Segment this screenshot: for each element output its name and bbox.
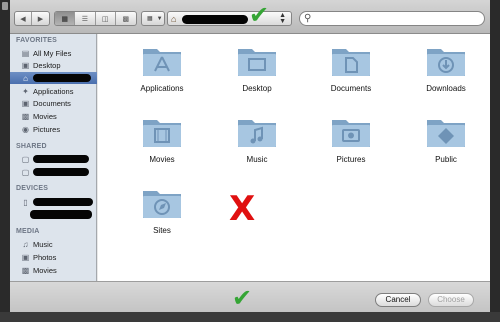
search-icon: ⚲ — [304, 13, 312, 24]
arrange-button[interactable]: ▦ ▼ — [141, 11, 165, 26]
desktop-right-edge — [490, 0, 500, 322]
redacted-device-name — [33, 198, 93, 206]
desktop-icon: ▣ — [21, 60, 30, 70]
downloads-folder-icon — [427, 49, 465, 76]
folder-label: Sites — [153, 226, 171, 235]
home-icon: ⌂ — [171, 14, 177, 24]
sidebar: FAVORITES ▤ All My Files ▣ Desktop ⌂ ✦ Appl… — [10, 34, 97, 281]
green-checkmark-annotation: ✔ — [232, 284, 253, 312]
sidebar-item-music[interactable]: ♫ Music — [10, 238, 97, 250]
redacted-home-name — [33, 74, 91, 82]
sidebar-item-movies[interactable]: ▩ Movies — [10, 110, 97, 122]
home-icon: ⌂ — [23, 73, 28, 83]
sidebar-item-pictures[interactable]: ◉ Pictures — [10, 123, 97, 135]
back-arrow-icon[interactable]: ◀ — [15, 12, 32, 25]
public-folder-icon — [427, 120, 465, 147]
all-files-icon: ▤ — [21, 48, 30, 58]
applications-icon: ✦ — [22, 86, 29, 96]
column-view-icon[interactable]: ◫ — [96, 12, 116, 25]
disk-icon: ▯ — [23, 197, 28, 207]
movies-icon: ▩ — [21, 265, 30, 275]
redacted-shared-name — [33, 155, 89, 163]
app-icon — [2, 2, 8, 10]
photos-icon: ▣ — [21, 252, 30, 262]
folder-label: Movies — [149, 155, 175, 164]
folder-label: Downloads — [426, 84, 466, 93]
arrange-grid-icon: ▦ — [147, 16, 153, 22]
folder-music[interactable]: Music — [217, 115, 297, 175]
redacted-shared-name — [33, 168, 89, 176]
sidebar-item-movies-media[interactable]: ▩ Movies — [10, 264, 97, 276]
sidebar-item-shared-1[interactable]: ▢ — [10, 153, 97, 165]
documents-folder-icon — [332, 49, 370, 76]
movies-icon: ▩ — [21, 111, 30, 121]
desktop-left-edge — [0, 0, 10, 322]
redacted-device-name — [30, 210, 92, 219]
path-popup[interactable]: ⌂ ▲ ▼ — [167, 11, 292, 26]
movies-folder-icon — [143, 120, 181, 147]
sidebar-item-all-my-files[interactable]: ▤ All My Files — [10, 47, 97, 59]
folder-label: Documents — [330, 84, 372, 93]
choose-button[interactable]: Choose — [428, 293, 474, 307]
green-checkmark-annotation: ✔ — [249, 1, 270, 29]
list-view-icon[interactable]: ☰ — [75, 12, 96, 25]
pictures-folder-icon — [332, 120, 370, 147]
redacted-path-name — [182, 15, 248, 24]
sidebar-item-applications[interactable]: ✦ Applications — [10, 85, 97, 97]
computer-icon: ▢ — [21, 154, 30, 164]
folder-movies[interactable]: Movies — [122, 115, 202, 175]
sidebar-item-desktop[interactable]: ▣ Desktop — [10, 59, 97, 71]
dialog-footer: ✔ Cancel Choose — [10, 281, 490, 312]
nav-buttons: ◀ ▶ — [14, 11, 50, 26]
media-header: MEDIA — [16, 228, 40, 235]
desktop-folder-icon — [238, 49, 276, 76]
applications-folder-icon — [143, 49, 181, 76]
file-browser: Applications Desktop Documents Downloads — [98, 34, 490, 281]
devices-header: DEVICES — [16, 185, 49, 192]
toolbar: ◀ ▶ ▦ ☰ ◫ ▩ ▦ ▼ ⌂ ▲ ▼ ✔ ⚲ — [10, 0, 490, 34]
red-x-annotation: X — [229, 189, 256, 229]
favorites-header: FAVORITES — [16, 37, 57, 44]
sidebar-item-shared-2[interactable]: ▢ — [10, 166, 97, 178]
documents-icon: ▣ — [21, 98, 30, 108]
sidebar-item-photos[interactable]: ▣ Photos — [10, 251, 97, 263]
sidebar-item-home[interactable]: ⌂ — [10, 72, 97, 84]
folder-documents[interactable]: Documents — [311, 44, 391, 104]
pictures-icon: ◉ — [22, 124, 29, 134]
search-field[interactable]: ⚲ — [299, 11, 485, 26]
forward-arrow-icon[interactable]: ▶ — [32, 12, 49, 25]
desktop-bottom-edge — [0, 312, 500, 322]
folder-label: Desktop — [242, 84, 272, 93]
sidebar-item-documents[interactable]: ▣ Documents — [10, 97, 97, 109]
shared-header: SHARED — [16, 143, 47, 150]
folder-label: Music — [246, 155, 268, 164]
popup-arrows-icon: ▲ ▼ — [279, 12, 286, 25]
folder-applications[interactable]: Applications — [122, 44, 202, 104]
folder-label: Public — [435, 155, 457, 164]
sites-folder-icon — [143, 191, 181, 218]
chevron-down-icon: ▼ — [156, 15, 163, 22]
coverflow-view-icon[interactable]: ▩ — [116, 12, 136, 25]
sidebar-item-device[interactable]: ▯ — [10, 196, 97, 208]
computer-icon: ▢ — [21, 167, 30, 177]
music-folder-icon — [238, 120, 276, 147]
folder-pictures[interactable]: Pictures — [311, 115, 391, 175]
folder-label: Pictures — [336, 155, 366, 164]
folder-sites[interactable]: Sites — [122, 186, 202, 246]
music-icon: ♫ — [22, 239, 29, 249]
folder-desktop[interactable]: Desktop — [217, 44, 297, 104]
folder-label: Applications — [140, 84, 184, 93]
folder-downloads[interactable]: Downloads — [406, 44, 486, 104]
view-mode-switch: ▦ ☰ ◫ ▩ — [54, 11, 137, 26]
open-dialog: ◀ ▶ ▦ ☰ ◫ ▩ ▦ ▼ ⌂ ▲ ▼ ✔ ⚲ FAVORITES ▤ All M… — [10, 0, 490, 312]
folder-public[interactable]: Public — [406, 115, 486, 175]
icon-view-icon[interactable]: ▦ — [55, 12, 76, 25]
cancel-button[interactable]: Cancel — [375, 293, 421, 307]
